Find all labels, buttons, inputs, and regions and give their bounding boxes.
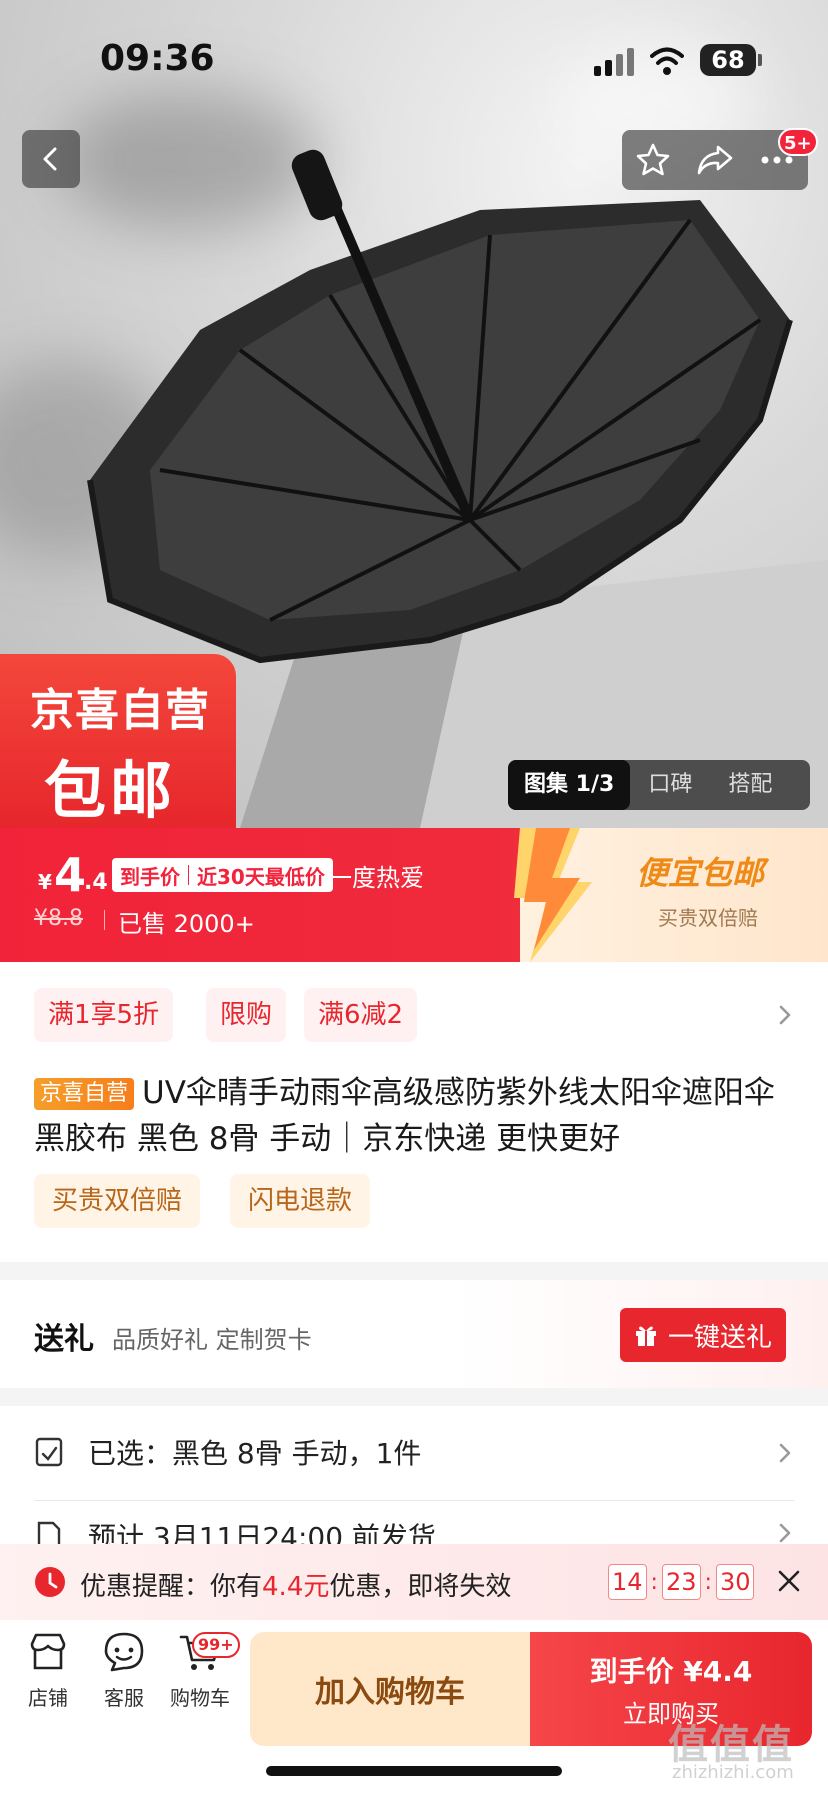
shop-icon [30,1633,66,1670]
gift-icon [635,1326,656,1346]
chevron-right-icon [779,1443,791,1463]
product-detail-page: 09:36 68 5+ 京喜自营 包邮 图集 1/3 口碑 搭配 ¥ 4 .4 … [0,0,828,1796]
reminder-prefix: 优惠提醒：你有 [80,1572,263,1602]
coupon-tag[interactable]: 满1享5折 [34,988,174,1042]
add-to-cart-button[interactable]: 加入购物车 [250,1632,530,1746]
cheap-free-shipping-title: 便宜包邮 [636,854,765,892]
send-gift-button[interactable]: 一键送礼 [620,1308,786,1362]
countdown-colon: : [704,1569,712,1595]
selected-spec-row[interactable]: 已选：黑色 8骨 手动，1件 [0,1406,828,1498]
countdown-colon: : [650,1569,658,1595]
star-icon [636,143,670,176]
cellular-signal-icon [594,48,634,76]
product-image[interactable]: 09:36 68 5+ 京喜自营 包邮 图集 1/3 口碑 搭配 [0,0,828,828]
status-bar: 09:36 68 [0,0,828,110]
service-tag[interactable]: 买贵双倍赔 [34,1174,201,1228]
coupon-tag[interactable]: 满6减2 [304,988,418,1042]
lowest-price-label: 近30天最低价 [197,864,325,889]
document-icon [37,1521,61,1544]
watermark-url: zhizhizhi.com [672,1762,794,1783]
countdown-seconds: 30 [715,1564,755,1600]
favorite-button[interactable] [631,138,675,182]
chevron-right-icon[interactable] [776,1002,794,1028]
clock-alert-icon [35,1567,65,1597]
wifi-icon [650,47,684,75]
clock: 09:36 [100,38,215,79]
tab-match[interactable]: 搭配 [710,760,790,810]
chevron-left-icon [43,147,57,171]
lightning-bolt-icon [514,828,592,962]
reminder-suffix: 优惠，即将失效 [329,1572,512,1602]
product-title: UV伞晴手动雨伞高级感防紫外线太阳伞遮阳伞黑胶布 黑色 8骨 手动｜京东快递 更… [34,1075,775,1157]
promo-line-1: 京喜自营 [30,685,210,736]
more-dots-icon [761,156,793,164]
customer-service-nav[interactable]: 客服 [88,1630,160,1711]
back-button[interactable] [22,130,80,188]
tab-reviews[interactable]: 口碑 [630,760,710,810]
price-integer: 4 [54,848,87,902]
gallery-tabs: 图集 1/3 口碑 搭配 [508,760,810,810]
coupon-tag[interactable]: 限购 [206,988,287,1042]
sold-separator [104,910,105,930]
shop-label: 店铺 [28,1686,68,1710]
product-title-block: 京喜自营 UV伞晴手动雨伞高级感防紫外线太阳伞遮阳伞黑胶布 黑色 8骨 手动｜京东… [34,1070,794,1162]
send-gift-label: 一键送礼 [667,1322,772,1353]
price-guarantee-subtitle: 买贵双倍赔 [658,906,758,930]
selected-spec-text: 已选：黑色 8骨 手动，1件 [88,1437,422,1470]
reminder-amount: 4.4元 [262,1572,330,1602]
share-button[interactable] [693,138,737,182]
sold-count: 已售 2000+ [118,910,255,938]
gift-title: 送礼 [34,1322,94,1357]
home-indicator [266,1766,562,1776]
currency-symbol: ¥ [38,870,52,894]
original-price: ¥8.8 [34,906,83,931]
close-icon[interactable] [776,1568,802,1594]
service-label: 客服 [104,1686,144,1710]
spec-box-icon [35,1437,63,1467]
banner-slogan: 一度热爱 [328,864,424,892]
tab-gallery[interactable]: 图集 1/3 [508,760,631,810]
self-operated-badge: 京喜自营 [34,1078,135,1110]
section-gap [0,1388,828,1406]
countdown-minutes: 23 [661,1564,701,1600]
gift-section: 送礼 品质好礼 定制贺卡 一键送礼 [0,1280,828,1388]
buy-now-price: 到手价 ¥4.4 [589,1655,753,1688]
divider [34,1500,794,1501]
price-decimal: .4 [84,870,108,895]
delivery-row[interactable]: 预计 3月11日24:00 前发货 [0,1506,828,1544]
delivery-estimate-text: 预计 3月11日24:00 前发货 [88,1521,436,1544]
chat-icon [104,1632,144,1672]
shop-nav[interactable]: 店铺 [12,1630,84,1711]
discount-reminder-bar: 优惠提醒：你有4.4元优惠，即将失效 14 : 23 : 30 [0,1544,828,1620]
share-icon [697,145,733,175]
cart-count-badge: 99+ [192,1632,240,1658]
countdown-hours: 14 [608,1564,647,1600]
price-tag: 到手价 近30天最低价 [112,858,333,892]
countdown-timer: 14 : 23 : 30 [608,1564,755,1600]
gift-subtitle: 品质好礼 定制贺卡 [112,1326,312,1354]
service-tag[interactable]: 闪电退款 [230,1174,371,1228]
final-price-label: 到手价 [120,864,180,889]
cart-label: 购物车 [170,1686,230,1710]
promo-line-2: 包邮 [44,754,177,827]
section-gap [0,1262,828,1280]
battery-cap [758,54,762,66]
tag-separator [188,865,189,885]
price-banner: ¥ 4 .4 到手价 近30天最低价 一度热爱 ¥8.8 已售 2000+ 便宜… [0,828,828,962]
product-info: 满1享5折 限购 满6减2 京喜自营 UV伞晴手动雨伞高级感防紫外线太阳伞遮阳伞黑… [0,962,828,1262]
jx-self-operated-promo: 京喜自营 包邮 [0,654,236,828]
battery-indicator: 68 [700,44,756,76]
message-badge: 5+ [778,128,818,156]
chevron-right-icon [779,1523,791,1543]
reminder-text: 优惠提醒：你有4.4元优惠，即将失效 [80,1566,511,1603]
